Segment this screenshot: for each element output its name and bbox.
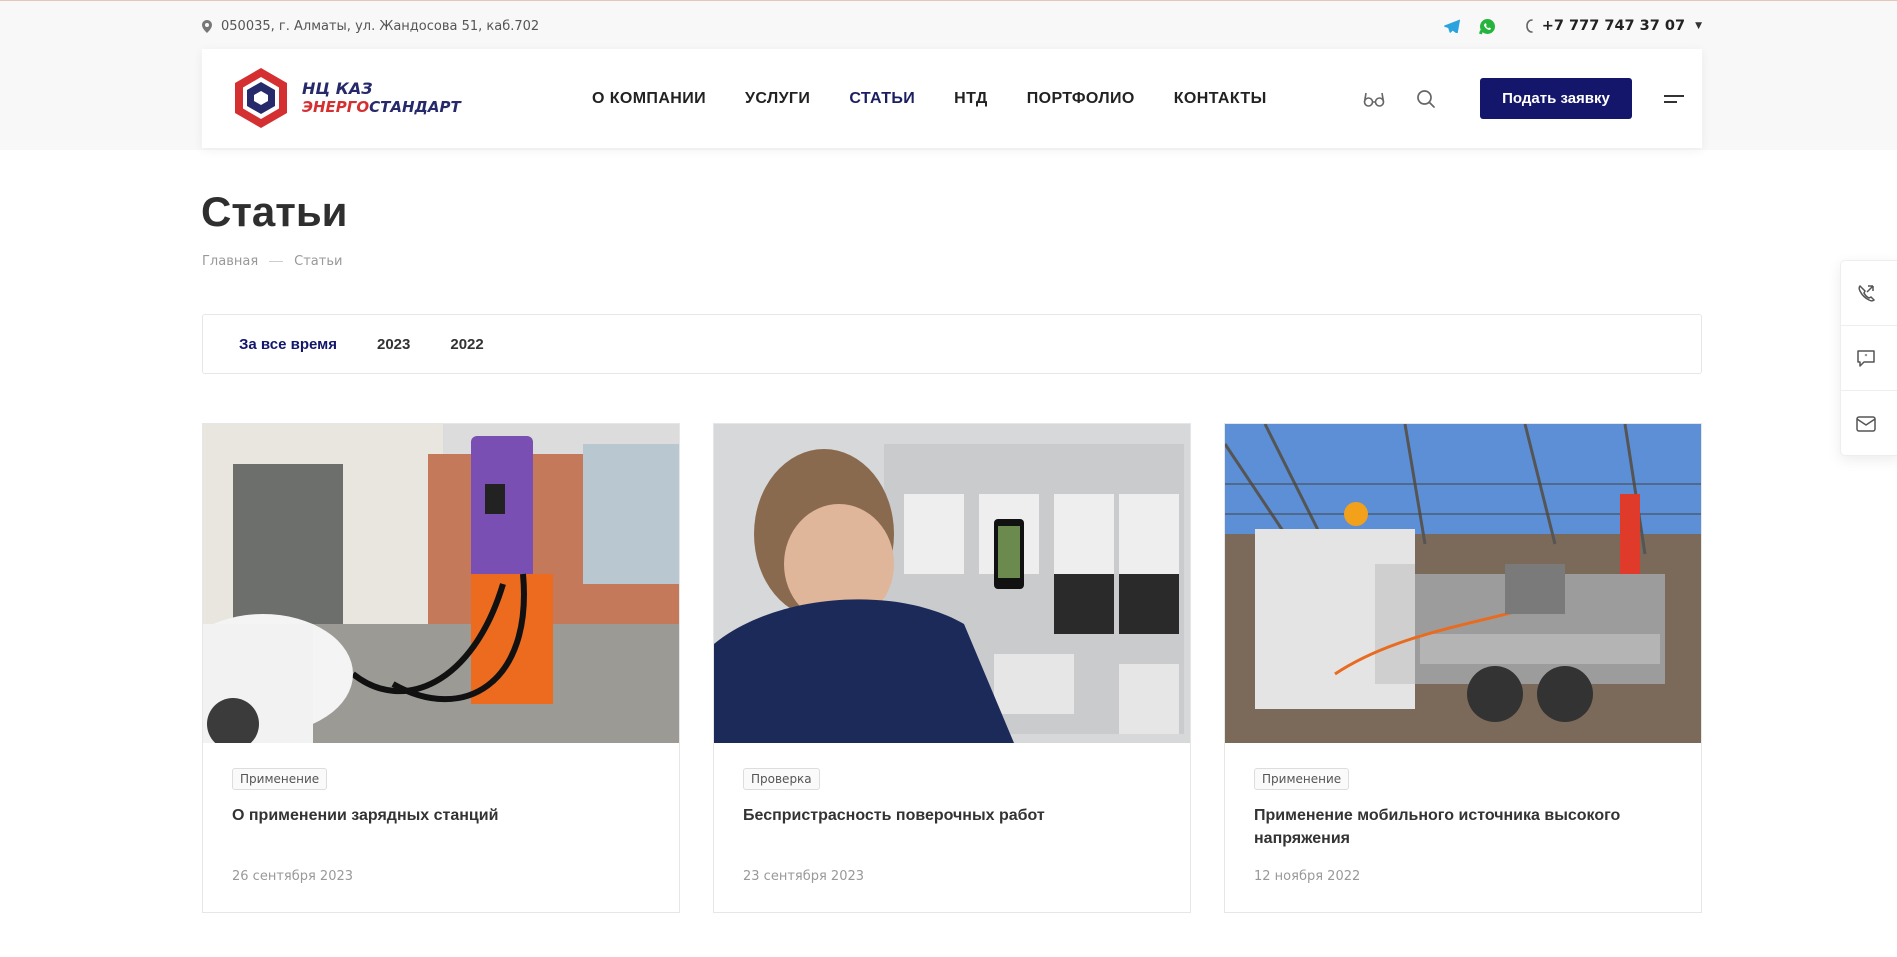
breadcrumb: Главная Статьи — [202, 254, 342, 269]
article-title[interactable]: Применение мобильного источника высокого… — [1254, 804, 1674, 850]
filter-all-time[interactable]: За все время — [239, 336, 337, 353]
article-date: 23 сентября 2023 — [743, 869, 865, 884]
apply-button[interactable]: Подать заявку — [1480, 78, 1632, 119]
address: 050035, г. Алматы, ул. Жандосова 51, каб… — [202, 19, 539, 34]
menu-icon[interactable] — [1664, 92, 1684, 106]
article-card[interactable]: Применение О применении зарядных станций… — [202, 423, 680, 913]
nav-item-services[interactable]: УСЛУГИ — [745, 90, 810, 108]
article-title[interactable]: Беспристрасность поверочных работ — [743, 804, 1163, 827]
article-card[interactable]: Применение Применение мобильного источни… — [1224, 423, 1702, 913]
breadcrumb-home[interactable]: Главная — [202, 254, 258, 269]
callback-phone-icon[interactable] — [1841, 261, 1897, 326]
logo-hexagon-icon — [235, 68, 287, 128]
article-tag[interactable]: Применение — [1254, 768, 1350, 790]
article-list: Применение О применении зарядных станций… — [202, 423, 1702, 913]
whatsapp-icon[interactable] — [1479, 17, 1497, 35]
search-icon[interactable] — [1414, 87, 1438, 111]
location-pin-icon — [202, 19, 212, 33]
article-date: 26 сентября 2023 — [232, 869, 354, 884]
filter-2023[interactable]: 2023 — [377, 336, 410, 353]
article-title[interactable]: О применении зарядных станций — [232, 804, 652, 827]
svg-text:": " — [1864, 353, 1868, 362]
accessibility-glasses-icon[interactable] — [1362, 87, 1386, 111]
main-nav: О КОМПАНИИ УСЛУГИ СТАТЬИ НТД ПОРТФОЛИО К… — [572, 49, 1286, 148]
logo-line-1: НЦ КАЗ — [302, 79, 373, 98]
phone-dropdown[interactable]: +7 777 747 37 07 ▼ — [1525, 18, 1702, 34]
article-tag[interactable]: Проверка — [743, 768, 820, 790]
logo-line-2-red: ЭНЕРГО — [302, 98, 370, 116]
article-tag[interactable]: Применение — [232, 768, 328, 790]
article-card[interactable]: Проверка Беспристрасность поверочных раб… — [713, 423, 1191, 913]
logo-line-2-navy: СТАНДАРТ — [369, 98, 461, 116]
email-icon[interactable] — [1841, 391, 1897, 456]
top-bar: 050035, г. Алматы, ул. Жандосова 51, каб… — [202, 14, 1702, 38]
nav-item-contacts[interactable]: КОНТАКТЫ — [1174, 90, 1267, 108]
nav-item-portfolio[interactable]: ПОРТФОЛИО — [1027, 90, 1135, 108]
nav-item-articles[interactable]: СТАТЬИ — [849, 90, 915, 108]
logo-text: НЦ КАЗ ЭНЕРГОСТАНДАРТ — [302, 79, 461, 117]
article-image-meter-check[interactable] — [714, 424, 1190, 743]
header: НЦ КАЗ ЭНЕРГОСТАНДАРТ О КОМПАНИИ УСЛУГИ … — [202, 49, 1702, 148]
nav-item-about[interactable]: О КОМПАНИИ — [592, 90, 706, 108]
phone-number: +7 777 747 37 07 — [1541, 18, 1686, 34]
page-title: Статьи — [201, 188, 348, 235]
telegram-icon[interactable] — [1443, 17, 1461, 35]
breadcrumb-separator — [269, 261, 284, 262]
article-image-charging-station[interactable] — [203, 424, 679, 743]
nav-item-ntd[interactable]: НТД — [954, 90, 988, 108]
article-image-mobile-hv-source[interactable] — [1225, 424, 1701, 743]
address-text: 050035, г. Алматы, ул. Жандосова 51, каб… — [221, 18, 540, 34]
breadcrumb-current: Статьи — [294, 254, 343, 269]
year-filter: За все время 2023 2022 — [202, 314, 1702, 374]
article-date: 12 ноября 2022 — [1254, 869, 1361, 884]
phone-icon — [1525, 19, 1533, 33]
chevron-down-icon: ▼ — [1695, 21, 1702, 31]
logo[interactable]: НЦ КАЗ ЭНЕРГОСТАНДАРТ — [232, 66, 461, 130]
filter-2022[interactable]: 2022 — [450, 336, 483, 353]
chat-message-icon[interactable]: " — [1841, 326, 1897, 391]
floating-contact-panel: " — [1840, 260, 1897, 456]
